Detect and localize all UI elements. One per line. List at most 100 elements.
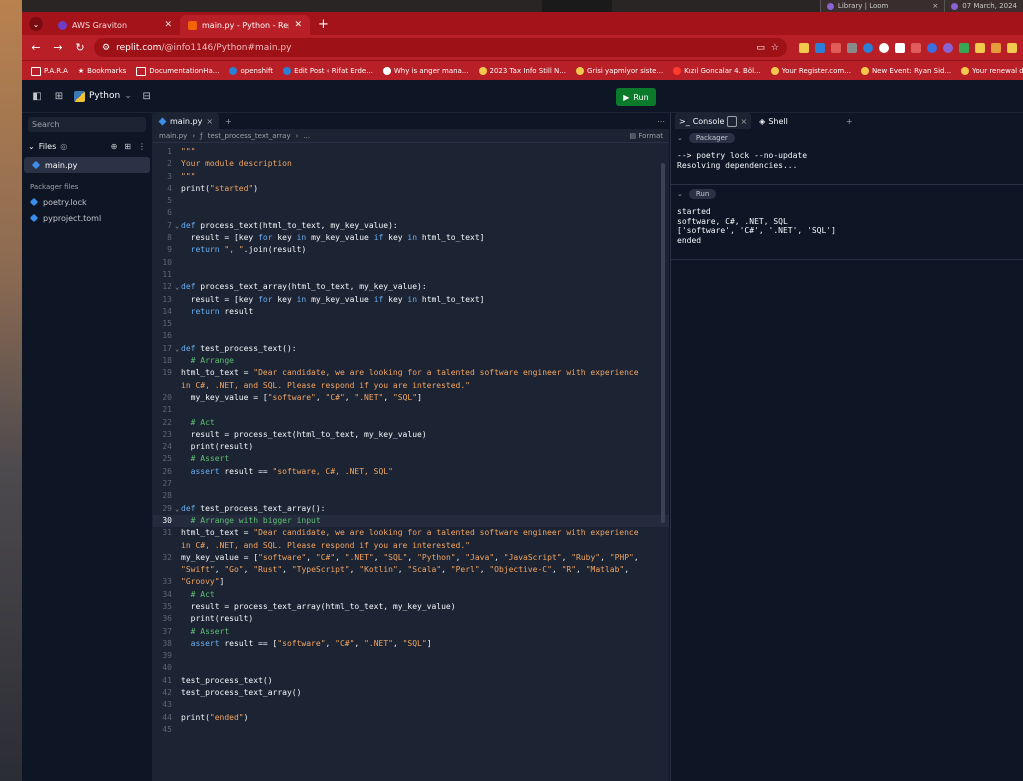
forward-arrow-icon[interactable]: →	[50, 41, 66, 54]
code-line[interactable]: 38 assert result == ["software", "C#", "…	[153, 638, 669, 650]
code-line[interactable]: 14 return result	[153, 306, 669, 318]
file-item-main-py[interactable]: main.py	[24, 157, 150, 173]
more-options-icon[interactable]: ⋮	[138, 142, 146, 151]
code-line[interactable]: 19 html_to_text = "Dear candidate, we ar…	[153, 367, 669, 392]
extension-icon[interactable]	[799, 42, 809, 53]
close-icon[interactable]: ✕	[164, 20, 172, 30]
code-line[interactable]: 26 assert result == "software, C#, .NET,…	[153, 466, 669, 478]
run-output-header[interactable]: ⌄ Run	[671, 185, 1023, 203]
bookmark-item[interactable]: New Event: Ryan Sid...	[856, 67, 956, 75]
new-tab-button[interactable]: +	[310, 17, 337, 35]
run-button[interactable]: ▶ Run	[616, 88, 656, 106]
code-line[interactable]: 33	[153, 576, 669, 588]
layout-grid-icon[interactable]: ⊟	[140, 89, 154, 103]
close-icon[interactable]: ×	[740, 117, 747, 126]
more-options-icon[interactable]: ⋯	[657, 117, 665, 126]
bookmark-item[interactable]: ★ Bookmarks	[73, 67, 131, 75]
file-item-poetry-lock[interactable]: poetry.lock	[22, 194, 152, 210]
bookmark-item[interactable]: Why is anger mana...	[378, 67, 474, 75]
code-line[interactable]: 23 result = process_text(html_to_text, m…	[153, 429, 669, 441]
code-line[interactable]: 22 # Act	[153, 417, 669, 429]
code-line[interactable]: 6	[153, 207, 669, 219]
bookmark-item[interactable]: 2023 Tax Info Still N...	[474, 67, 571, 75]
code-line[interactable]: 16	[153, 330, 669, 342]
code-line[interactable]: 36 print(result)	[153, 613, 669, 625]
code-line[interactable]: 27	[153, 478, 669, 490]
code-line[interactable]: 41 test_process_text()	[153, 675, 669, 687]
code-line[interactable]: 15	[153, 318, 669, 330]
code-line[interactable]: 29 ⌄ def test_process_text_array():	[153, 503, 669, 515]
site-settings-icon[interactable]: ⚙	[102, 43, 110, 53]
code-line[interactable]: 31 html_to_text = "Dear candidate, we ar…	[153, 527, 669, 552]
code-line[interactable]: 10	[153, 257, 669, 269]
code-line[interactable]: 40	[153, 662, 669, 674]
add-tab-button[interactable]: +	[219, 117, 238, 126]
code-line[interactable]: 4 print("started")	[153, 183, 669, 195]
browser-tab-replit[interactable]: main.py - Python - Replit ✕	[180, 15, 310, 35]
code-line[interactable]: 3 """	[153, 171, 669, 183]
extension-icon[interactable]	[975, 42, 985, 53]
close-icon[interactable]: ×	[206, 117, 213, 126]
new-file-icon[interactable]: ⊕	[111, 142, 118, 151]
extensions-puzzle-icon[interactable]	[1007, 42, 1017, 53]
bookmark-star-icon[interactable]: ☆	[771, 43, 779, 53]
code-area[interactable]: 1 """ 2 Your module description 3 """ 4 print("…	[153, 143, 669, 736]
extension-icon[interactable]	[895, 42, 905, 53]
breadcrumb-file[interactable]: main.py	[159, 132, 187, 140]
code-line[interactable]: 34 # Act	[153, 589, 669, 601]
extension-icon[interactable]	[927, 42, 937, 53]
browser-tab-aws[interactable]: AWS Graviton ✕	[50, 15, 180, 35]
bookmark-item[interactable]: DocumentationHa...	[131, 66, 224, 76]
bookmark-item[interactable]: Edit Post ‹ Rifat Erde...	[278, 67, 378, 75]
extension-icon[interactable]	[847, 42, 857, 53]
code-line[interactable]: 12 ⌄ def process_text_array(html_to_text, …	[153, 281, 669, 293]
editor-scrollbar[interactable]	[661, 163, 665, 523]
code-line[interactable]: 2 Your module description	[153, 158, 669, 170]
code-line[interactable]: 5	[153, 195, 669, 207]
code-line[interactable]: 28	[153, 490, 669, 502]
code-line[interactable]: 7 ⌄ def process_text(html_to_text, my_key_…	[153, 220, 669, 232]
tab-search-button[interactable]: ⌄	[26, 16, 46, 32]
bookmark-item[interactable]: Grisi yapmiyor siste...	[571, 67, 668, 75]
extension-icon[interactable]	[959, 42, 969, 53]
tab-shell[interactable]: ◈ Shell	[755, 113, 792, 129]
project-name[interactable]: Python ⌄	[74, 90, 132, 102]
code-line[interactable]: 9 return ", ".join(result)	[153, 244, 669, 256]
extension-icon[interactable]	[943, 42, 953, 53]
editor-tab-main-py[interactable]: main.py ×	[153, 113, 220, 129]
address-bar[interactable]: ⚙ replit.com/@info1146/Python#main.py ▭ …	[94, 38, 787, 57]
hidden-files-icon[interactable]: ◎	[60, 142, 67, 151]
background-tab-loom[interactable]: Library | Loom ×	[819, 0, 945, 12]
extension-icon[interactable]	[831, 42, 841, 53]
code-line[interactable]: 25 # Assert	[153, 453, 669, 465]
close-icon[interactable]: ✕	[294, 20, 302, 30]
code-line[interactable]: 30 # Arrange with bigger input	[153, 514, 669, 528]
file-item-pyproject[interactable]: pyproject.toml	[22, 210, 152, 226]
back-arrow-icon[interactable]: ←	[28, 41, 44, 54]
code-line[interactable]: 13 result = [key for key in my_key_value…	[153, 294, 669, 306]
breadcrumb-symbol[interactable]: test_process_text_array	[208, 132, 291, 140]
replit-menu-icon[interactable]: ⊞	[52, 89, 66, 103]
code-line[interactable]: 8 result = [key for key in my_key_value …	[153, 232, 669, 244]
code-line[interactable]: 1 """	[153, 146, 669, 158]
bookmark-item[interactable]: Kızıl Goncalar 4. Böl...	[668, 67, 766, 75]
file-search-input[interactable]: Search	[28, 117, 146, 132]
extension-icon[interactable]	[815, 42, 825, 53]
bookmark-item[interactable]: Your renewal details...	[956, 67, 1023, 75]
close-icon[interactable]: ×	[932, 2, 938, 10]
files-header[interactable]: ⌄ Files ◎ ⊕ ⊞ ⋮	[22, 136, 152, 157]
background-tab-date[interactable]: 07 March, 2024	[944, 0, 1023, 12]
bookmark-item[interactable]: P.A.R.A	[26, 66, 73, 76]
code-line[interactable]: 21	[153, 404, 669, 416]
extension-icon[interactable]	[911, 42, 921, 53]
code-line[interactable]: 24 print(result)	[153, 441, 669, 453]
extension-icon[interactable]	[863, 42, 873, 53]
code-line[interactable]: 42 test_process_text_array()	[153, 687, 669, 699]
code-line[interactable]: 17 ⌄ def test_process_text():	[153, 343, 669, 355]
code-line[interactable]: 18 # Arrange	[153, 355, 669, 367]
extension-icon[interactable]	[991, 42, 1001, 53]
new-folder-icon[interactable]: ⊞	[124, 142, 131, 151]
code-line[interactable]: 20 my_key_value = ["software", "C#", ".N…	[153, 392, 669, 404]
tab-console[interactable]: >_ Console ×	[675, 113, 752, 129]
reload-icon[interactable]: ↻	[72, 41, 88, 54]
